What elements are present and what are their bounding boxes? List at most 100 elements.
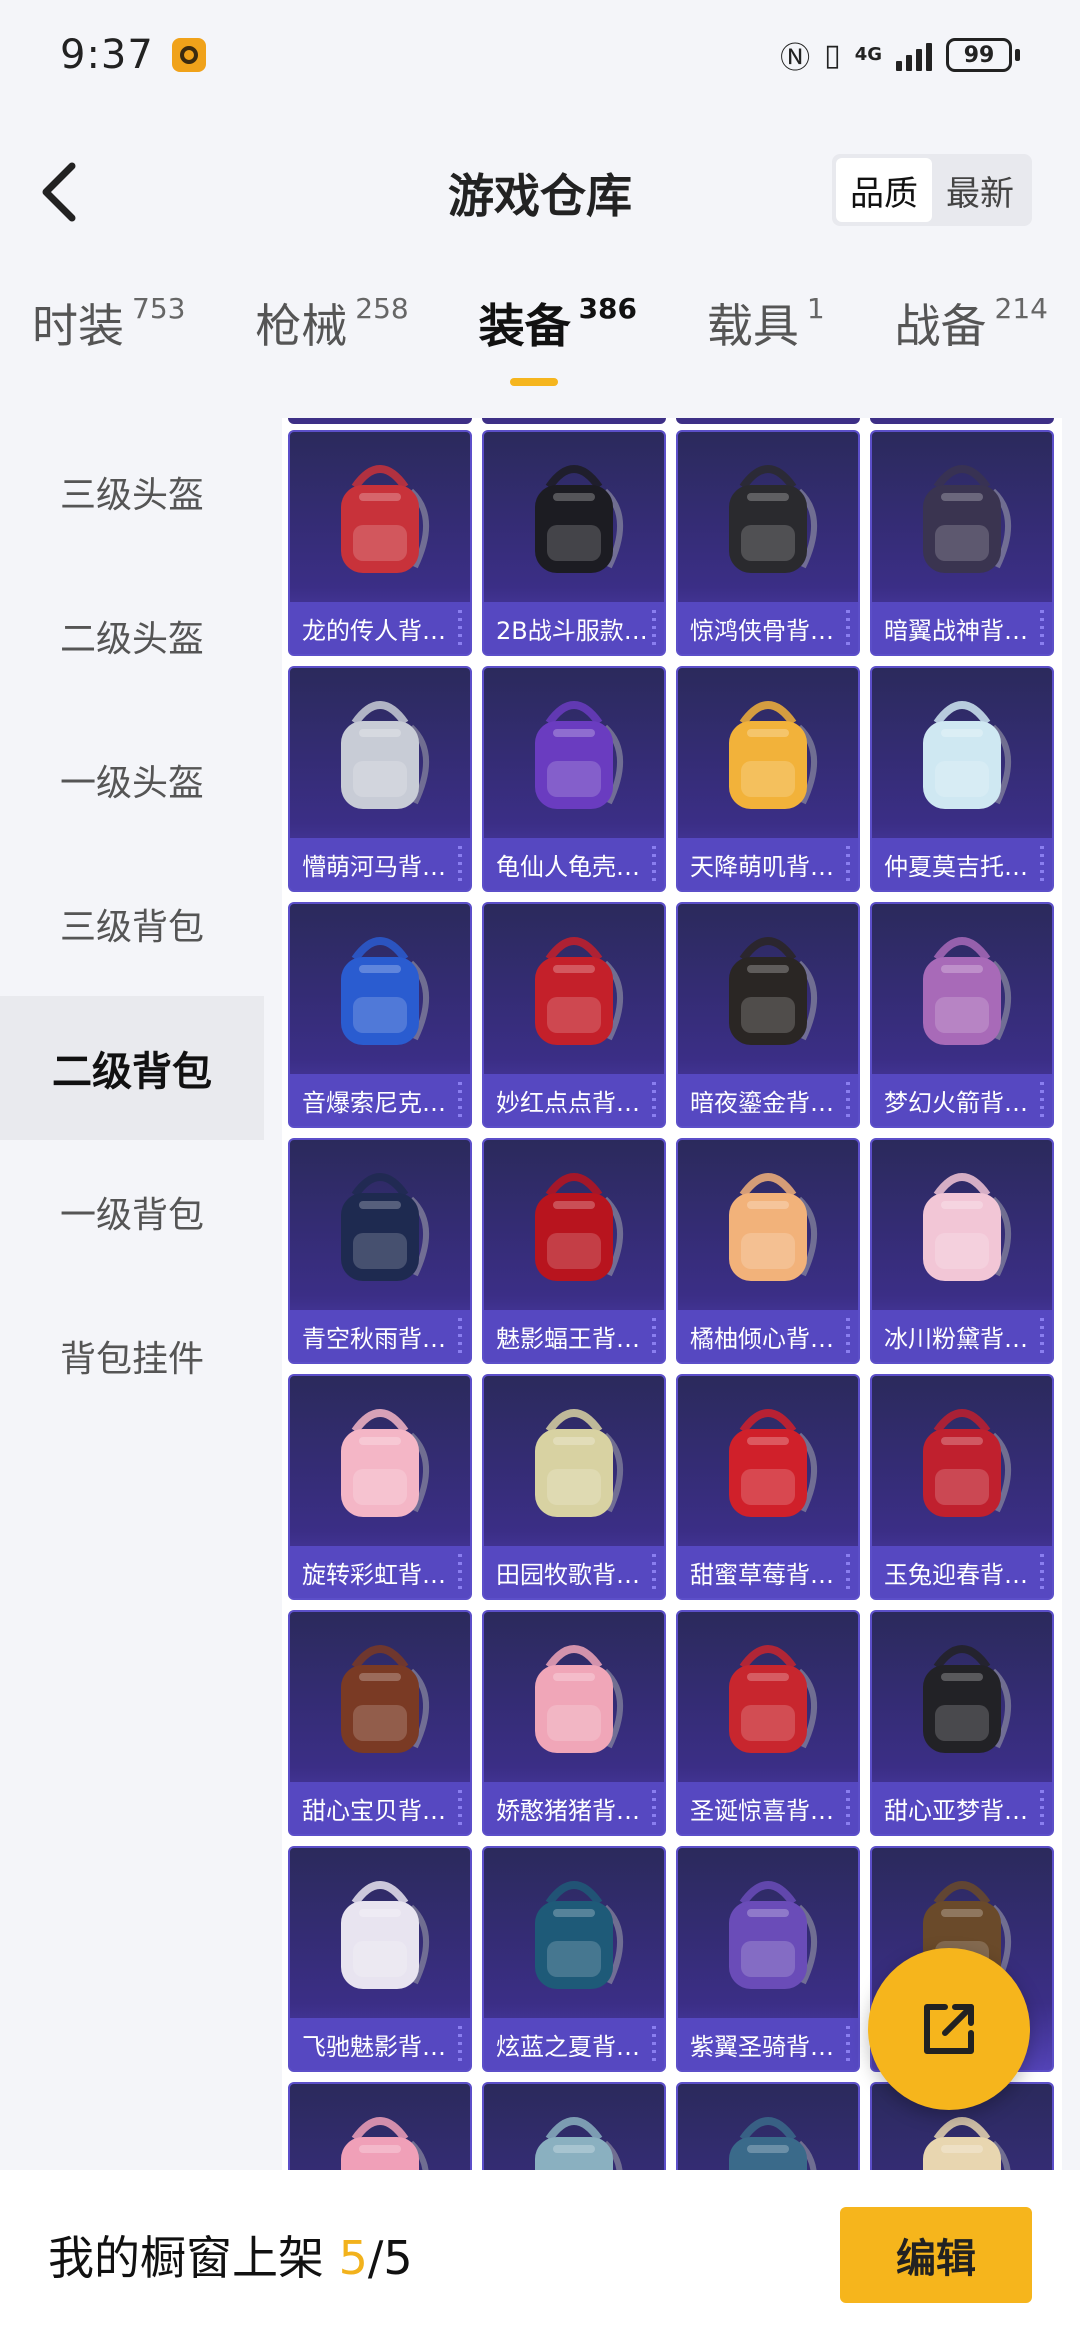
backpack-icon	[678, 1140, 858, 1310]
tab-vehicles[interactable]: 载具 1	[707, 290, 825, 400]
item-name: 懵萌河马背…	[290, 838, 470, 890]
item-grid: 龙的传人背… 2B战斗服款… 惊鸿侠骨背… 暗翼战神背… 懵萌河马背… 龟仙人龟壳… 天降萌…	[288, 430, 1062, 2170]
backpack-icon	[484, 432, 664, 602]
bottom-bar: 我的橱窗上架 5/5 编辑	[0, 2170, 1080, 2340]
item-card[interactable]	[676, 2082, 860, 2170]
showcase-current: 5	[338, 2231, 368, 2285]
tab-label: 载具	[706, 299, 799, 353]
tab-label: 装备	[478, 299, 571, 353]
backpack-icon	[290, 1612, 470, 1782]
share-button[interactable]	[868, 1948, 1030, 2110]
backpack-icon	[290, 1140, 470, 1310]
item-card[interactable]: 甜心宝贝背…	[288, 1610, 472, 1836]
item-card[interactable]: 梦幻火箭背…	[870, 902, 1054, 1128]
item-name: 龟仙人龟壳…	[484, 838, 664, 890]
item-name: 妙红点点背…	[484, 1074, 664, 1126]
tab-fashion[interactable]: 时装 753	[32, 290, 185, 400]
showcase-label: 我的橱窗上架	[48, 2231, 324, 2285]
item-card[interactable]: 仲夏莫吉托…	[870, 666, 1054, 892]
showcase-status: 我的橱窗上架 5/5	[48, 2222, 413, 2288]
item-card[interactable]: 冰川粉黛背…	[870, 1138, 1054, 1364]
item-name: 紫翼圣骑背…	[678, 2018, 858, 2070]
item-card[interactable]: 玉兔迎春背…	[870, 1374, 1054, 1600]
item-card[interactable]: 圣诞惊喜背…	[676, 1610, 860, 1836]
showcase-separator: /	[367, 2231, 384, 2285]
item-name: 田园牧歌背…	[484, 1546, 664, 1598]
backpack-icon	[678, 1376, 858, 1546]
side-item-level3-helmet[interactable]: 三级头盔	[0, 420, 264, 564]
item-name: 冰川粉黛背…	[872, 1310, 1052, 1362]
side-item-level1-backpack[interactable]: 一级背包	[0, 1140, 264, 1284]
side-item-backpack-charm[interactable]: 背包挂件	[0, 1284, 264, 1428]
item-grid-area[interactable]: 龙的传人背… 2B战斗服款… 惊鸿侠骨背… 暗翼战神背… 懵萌河马背… 龟仙人龟壳… 天降萌…	[282, 418, 1062, 2170]
item-card[interactable]	[288, 2082, 472, 2170]
tab-supplies[interactable]: 战备 214	[895, 290, 1048, 400]
item-name: 甜蜜草莓背…	[678, 1546, 858, 1598]
tab-equipment[interactable]: 装备 386	[479, 290, 637, 400]
battery-level: 99	[946, 38, 1012, 72]
edit-button[interactable]: 编辑	[840, 2207, 1032, 2303]
backpack-icon	[484, 1612, 664, 1782]
item-name: 飞驰魅影背…	[290, 2018, 470, 2070]
item-card[interactable]: 魅影蝠王背…	[482, 1138, 666, 1364]
side-item-level2-helmet[interactable]: 二级头盔	[0, 564, 264, 708]
item-card[interactable]: 紫翼圣骑背…	[676, 1846, 860, 2072]
item-card[interactable]: 旋转彩虹背…	[288, 1374, 472, 1600]
item-card[interactable]: 橘柚倾心背…	[676, 1138, 860, 1364]
item-card[interactable]: 妙红点点背…	[482, 902, 666, 1128]
item-card[interactable]: 龙的传人背…	[288, 430, 472, 656]
item-card[interactable]: 炫蓝之夏背…	[482, 1846, 666, 2072]
backpack-icon	[484, 2084, 664, 2170]
backpack-icon	[678, 668, 858, 838]
active-tab-indicator	[509, 378, 558, 386]
category-tabs: 时装 753 枪械 258 装备 386 载具 1 战备 214	[0, 290, 1080, 400]
side-item-level2-backpack[interactable]: 二级背包	[0, 996, 264, 1140]
item-card[interactable]	[482, 2082, 666, 2170]
item-card[interactable]: 懵萌河马背…	[288, 666, 472, 892]
item-name: 仲夏莫吉托…	[872, 838, 1052, 890]
backpack-icon	[872, 432, 1052, 602]
item-card[interactable]: 飞驰魅影背…	[288, 1846, 472, 2072]
side-item-level3-backpack[interactable]: 三级背包	[0, 852, 264, 996]
item-name: 梦幻火箭背…	[872, 1074, 1052, 1126]
tab-count: 214	[994, 292, 1048, 325]
backpack-icon	[872, 1140, 1052, 1310]
tab-guns[interactable]: 枪械 258	[255, 290, 408, 400]
item-name: 魅影蝠王背…	[484, 1310, 664, 1362]
backpack-icon	[484, 904, 664, 1074]
backpack-icon	[678, 432, 858, 602]
item-card[interactable]: 甜心亚梦背…	[870, 1610, 1054, 1836]
status-time: 9:37	[60, 32, 154, 78]
app-notification-icon	[171, 38, 206, 72]
side-item-level1-helmet[interactable]: 一级头盔	[0, 708, 264, 852]
backpack-icon	[290, 1376, 470, 1546]
item-card[interactable]: 田园牧歌背…	[482, 1374, 666, 1600]
item-card[interactable]: 暗夜鎏金背…	[676, 902, 860, 1128]
item-card[interactable]: 青空秋雨背…	[288, 1138, 472, 1364]
item-card[interactable]: 娇憨猪猪背…	[482, 1610, 666, 1836]
item-card[interactable]: 2B战斗服款…	[482, 430, 666, 656]
item-name: 娇憨猪猪背…	[484, 1782, 664, 1834]
sort-latest-button[interactable]: 最新	[932, 158, 1028, 222]
network-type: 4G	[854, 44, 882, 65]
backpack-icon	[484, 1848, 664, 2018]
tab-label: 时装	[32, 299, 124, 353]
item-card[interactable]: 惊鸿侠骨背…	[676, 430, 860, 656]
item-name: 暗夜鎏金背…	[678, 1074, 858, 1126]
item-name: 青空秋雨背…	[290, 1310, 470, 1362]
item-name: 2B战斗服款…	[484, 602, 664, 654]
sort-quality-button[interactable]: 品质	[836, 158, 932, 222]
backpack-icon	[678, 1612, 858, 1782]
backpack-icon	[484, 668, 664, 838]
backpack-icon	[484, 1376, 664, 1546]
vibrate-icon: ▯	[824, 37, 841, 73]
item-card[interactable]: 天降萌叽背…	[676, 666, 860, 892]
sort-toggle: 品质 最新	[832, 154, 1032, 226]
item-card[interactable]: 龟仙人龟壳…	[482, 666, 666, 892]
item-card[interactable]: 音爆索尼克…	[288, 902, 472, 1128]
backpack-icon	[678, 2084, 858, 2170]
item-card[interactable]: 甜蜜草莓背…	[676, 1374, 860, 1600]
backpack-icon	[678, 1848, 858, 2018]
backpack-icon	[678, 904, 858, 1074]
item-card[interactable]: 暗翼战神背…	[870, 430, 1054, 656]
